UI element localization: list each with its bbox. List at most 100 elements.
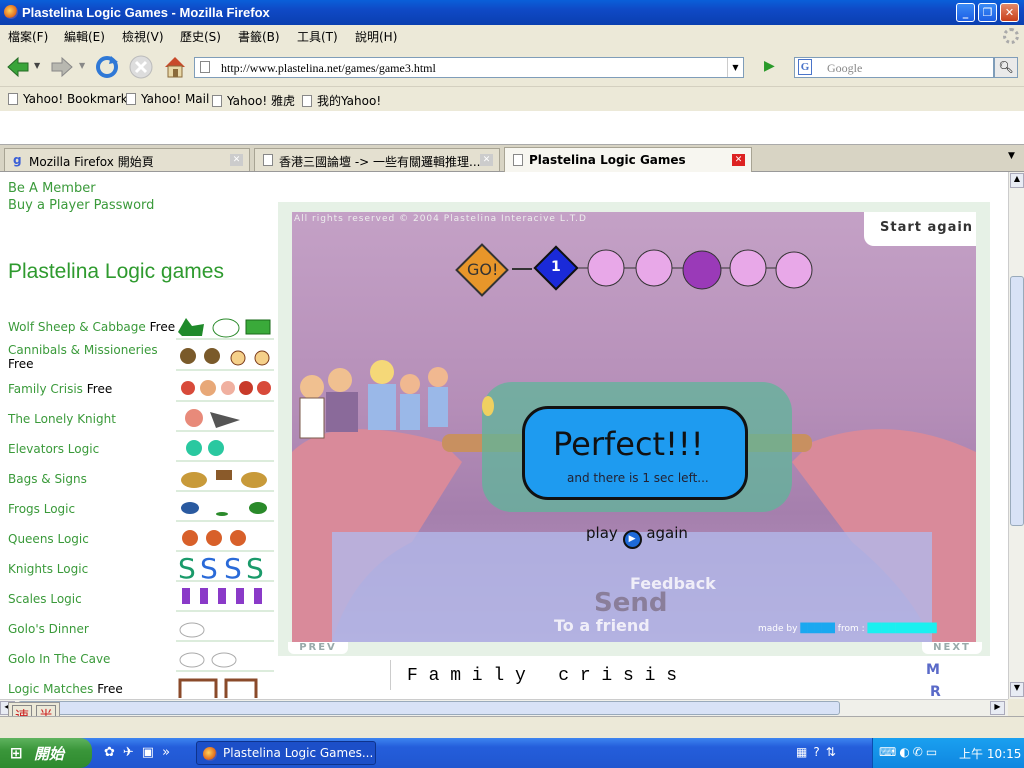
frogs-icon xyxy=(181,502,267,516)
search-box[interactable]: G Google xyxy=(794,57,994,78)
language-bar-icons[interactable]: ▦?⇅ xyxy=(796,745,842,759)
tab-firefox-start[interactable]: g Mozilla Firefox 開始頁 ✕ xyxy=(4,148,250,171)
elevator-icon xyxy=(186,440,224,456)
game-link[interactable]: Golo's Dinner xyxy=(8,622,89,636)
game-link[interactable]: Golo In The Cave xyxy=(8,652,110,666)
tab-list-icon[interactable]: ▼ xyxy=(1008,151,1015,161)
game-link[interactable]: Frogs Logic xyxy=(8,502,75,516)
menu-tools[interactable]: 工具(T) xyxy=(297,28,338,45)
golo-cave-icon xyxy=(179,652,237,668)
start-button[interactable]: ⊞ 開始 xyxy=(0,738,92,768)
game-link[interactable]: The Lonely Knight xyxy=(8,412,116,426)
next-button[interactable]: NEXT xyxy=(922,642,982,654)
play-again-button[interactable]: play ▶ again xyxy=(586,524,688,549)
game-caption: F a m i l y c r i s i s xyxy=(407,666,678,686)
forward-button[interactable] xyxy=(50,55,74,79)
game-thumbnails: SSSS xyxy=(176,312,274,698)
game-link[interactable]: Scales Logic xyxy=(8,592,82,606)
game-thumbnail-icons[interactable]: SSSS xyxy=(176,312,274,698)
be-a-member-link[interactable]: Be A Member xyxy=(8,181,96,196)
tab-close-icon[interactable]: ✕ xyxy=(732,154,745,166)
scroll-thumb[interactable] xyxy=(1010,276,1024,526)
go-button[interactable]: ▶ xyxy=(764,58,784,78)
tray-icons[interactable]: ⌨◐✆▭ xyxy=(879,745,940,759)
go-button[interactable]: GO! xyxy=(452,240,512,300)
tab-plastelina[interactable]: Plastelina Logic Games ✕ xyxy=(504,147,752,172)
game-link[interactable]: Knights Logic xyxy=(8,562,88,576)
game-canvas[interactable]: All rights reserved © 2004 Plastelina In… xyxy=(292,212,976,642)
menu-view[interactable]: 檢視(V) xyxy=(122,28,164,45)
menu-file[interactable]: 檔案(F) xyxy=(8,28,48,45)
minimize-button[interactable]: _ xyxy=(956,3,975,22)
tab-close-icon[interactable]: ✕ xyxy=(230,154,243,166)
game-link[interactable]: Elevators Logic xyxy=(8,442,99,456)
navigation-toolbar: ▼ ▼ http://www.plastelina.net/games/game… xyxy=(0,47,1024,87)
quicklaunch-icons[interactable]: ✿✈▣» xyxy=(104,745,178,760)
title-bar: Plastelina Logic Games - Mozilla Firefox… xyxy=(0,0,1024,25)
firefox-icon xyxy=(4,5,18,19)
send-link[interactable]: Send xyxy=(594,588,667,618)
home-button[interactable] xyxy=(162,54,188,80)
forward-dropdown-icon[interactable]: ▼ xyxy=(79,61,85,70)
reload-button[interactable] xyxy=(94,54,120,80)
game-link[interactable]: Logic Matches xyxy=(8,682,93,696)
svg-text:S: S xyxy=(246,552,264,585)
maximize-button[interactable]: ❐ xyxy=(978,3,997,22)
grandpa-face-icon xyxy=(587,249,625,287)
firefox-icon xyxy=(203,747,217,761)
reload-icon xyxy=(96,56,118,78)
forward-arrow-icon xyxy=(51,56,73,78)
game-link[interactable]: Cannibals & Missioneries xyxy=(8,343,158,357)
taskbar-item-firefox[interactable]: Plastelina Logic Games... xyxy=(196,741,376,765)
stop-button[interactable] xyxy=(128,54,154,80)
menu-bookmarks[interactable]: 書籤(B) xyxy=(238,28,280,45)
page-icon xyxy=(200,61,210,73)
search-placeholder: Google xyxy=(827,61,863,75)
google-engine-icon[interactable]: G xyxy=(798,59,812,75)
back-dropdown-icon[interactable]: ▼ xyxy=(34,61,40,70)
step-indicator: 1 xyxy=(530,242,582,294)
prev-button[interactable]: PREV xyxy=(288,642,348,654)
bookmark-my-yahoo[interactable]: 我的Yahoo! xyxy=(302,92,381,109)
list-item: Frogs Logic xyxy=(8,502,75,516)
back-button[interactable] xyxy=(6,55,30,79)
scroll-up-icon[interactable]: ▲ xyxy=(1010,173,1024,188)
search-button[interactable]: 🔍︎ xyxy=(994,57,1018,78)
menu-history[interactable]: 歷史(S) xyxy=(180,28,221,45)
tab-close-icon[interactable]: ✕ xyxy=(480,154,493,166)
url-bar[interactable]: http://www.plastelina.net/games/game3.ht… xyxy=(194,57,744,78)
made-by-text: made by █████ from : ██████████ xyxy=(758,624,937,634)
scroll-down-icon[interactable]: ▼ xyxy=(1010,682,1024,697)
girl-face-icon xyxy=(775,251,813,289)
lamp-flame xyxy=(482,396,494,416)
url-dropdown-icon[interactable]: ▼ xyxy=(727,58,743,77)
svg-text:S: S xyxy=(224,552,242,585)
bookmark-yahoo-bookmarks[interactable]: Yahoo! Bookmarks xyxy=(8,92,134,106)
horizontal-scrollbar[interactable]: ◀ ▶ xyxy=(0,699,1008,716)
scroll-thumb[interactable] xyxy=(18,701,840,715)
game-link[interactable]: Wolf Sheep & Cabbage xyxy=(8,320,146,334)
close-button[interactable]: ✕ xyxy=(1000,3,1019,22)
game-link[interactable]: Queens Logic xyxy=(8,532,89,546)
list-item: Elevators Logic xyxy=(8,442,99,456)
menu-help[interactable]: 說明(H) xyxy=(355,28,397,45)
bookmark-yahoo-hk[interactable]: Yahoo! 雅虎 xyxy=(212,92,295,109)
menu-bar: 檔案(F) 編輯(E) 檢視(V) 歷史(S) 書籤(B) 工具(T) 說明(H… xyxy=(0,25,1024,47)
caption-box: F a m i l y c r i s i s xyxy=(390,660,910,690)
knights-logic-icon: SSSS xyxy=(178,552,264,585)
toolbar-spacer xyxy=(0,111,1024,145)
vertical-scrollbar[interactable]: ▲ ▼ xyxy=(1008,172,1024,699)
knight-icon xyxy=(185,409,240,428)
page-content: Be A Member Buy a Player Password Plaste… xyxy=(0,172,1008,699)
bookmarks-bar: Yahoo! Bookmarks Yahoo! Mail Yahoo! 雅虎 我… xyxy=(0,87,1024,111)
scroll-right-icon[interactable]: ▶ xyxy=(990,701,1005,715)
bookmark-yahoo-mail[interactable]: Yahoo! Mail xyxy=(126,92,209,106)
to-a-friend-link[interactable]: To a friend xyxy=(554,616,650,635)
tab-hk-forum[interactable]: 香港三國論壇 -> 一些有關邏輯推理... ✕ xyxy=(254,148,500,171)
perfect-text: Perfect!!! xyxy=(553,425,704,463)
menu-edit[interactable]: 編輯(E) xyxy=(64,28,105,45)
page-icon xyxy=(302,95,312,107)
buy-password-link[interactable]: Buy a Player Password xyxy=(8,198,154,213)
game-link[interactable]: Family Crisis xyxy=(8,382,83,396)
game-link[interactable]: Bags & Signs xyxy=(8,472,87,486)
